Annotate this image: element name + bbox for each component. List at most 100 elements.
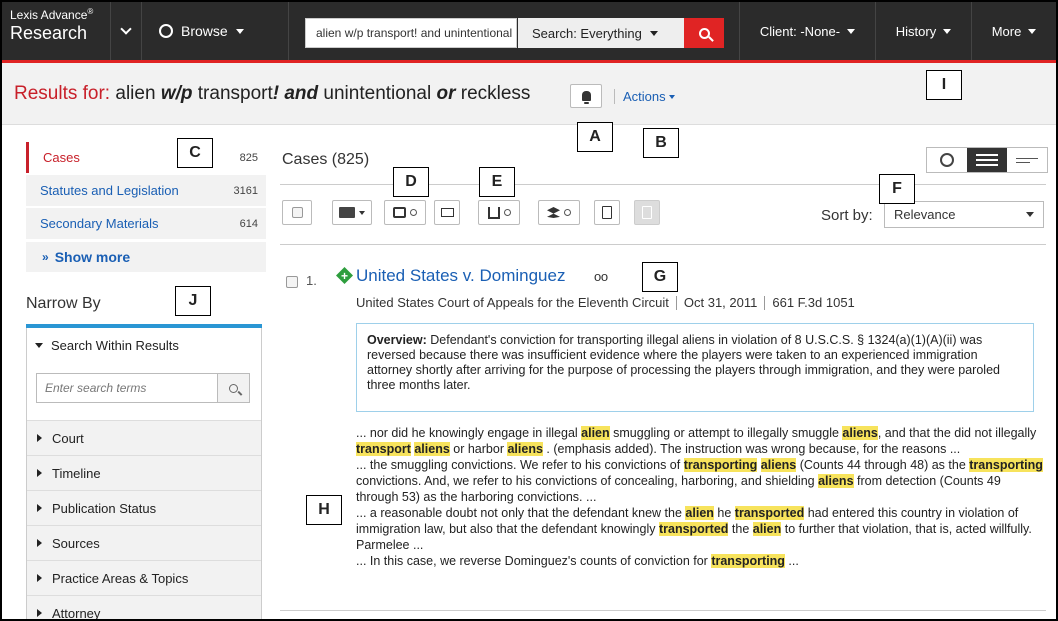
result-number: 1. — [306, 273, 317, 288]
filter-publication-status[interactable]: Publication Status — [27, 490, 261, 525]
search-scope-label: Search: Everything — [532, 25, 642, 41]
document-icon — [642, 206, 652, 219]
filter-timeline[interactable]: Timeline — [27, 455, 261, 490]
view-graphical-button[interactable] — [927, 148, 967, 172]
logo-registered: ® — [87, 7, 94, 16]
search-within-toggle[interactable]: Search Within Results — [35, 338, 179, 353]
category-count: 825 — [239, 151, 258, 164]
download-button[interactable] — [478, 200, 520, 225]
browse-menu-button[interactable]: Browse — [143, 2, 289, 60]
caret-down-icon — [649, 30, 658, 36]
search-input[interactable]: alien w/p transport! and unintentional o… — [305, 18, 517, 48]
category-secondary-materials[interactable]: Secondary Materials 614 — [26, 208, 266, 239]
search-scope-dropdown[interactable]: Search: Everything — [518, 18, 684, 48]
product-switcher-button[interactable] — [110, 2, 142, 60]
view-compact-button[interactable] — [1007, 148, 1047, 172]
filter-sources[interactable]: Sources — [27, 525, 261, 560]
app-logo[interactable]: Lexis Advance® Research — [10, 8, 108, 54]
filter-label: Sources — [52, 535, 100, 551]
hit-term: alien — [752, 522, 782, 536]
add-to-folder-icon[interactable]: + — [336, 267, 353, 284]
search-within-button[interactable] — [217, 373, 250, 403]
filter-court[interactable]: Court — [27, 420, 261, 455]
search-button[interactable] — [684, 18, 724, 48]
hit-term: transported — [658, 522, 729, 536]
cases-count-title: Cases (825) — [282, 151, 370, 168]
filter-practice-areas[interactable]: Practice Areas & Topics — [27, 560, 261, 595]
alert-button[interactable] — [570, 84, 602, 108]
view-list-button[interactable] — [967, 148, 1007, 172]
caret-down-icon — [847, 28, 856, 34]
print-button[interactable] — [384, 200, 426, 225]
show-more-link[interactable]: » Show more — [26, 242, 266, 272]
snippet: ... the smuggling convictions. We refer … — [356, 458, 1043, 504]
actions-menu[interactable]: Actions — [614, 89, 675, 104]
globe-icon — [159, 24, 173, 38]
download-icon — [487, 206, 500, 219]
search-icon — [698, 27, 710, 39]
caret-down-icon — [359, 210, 365, 215]
filter-panel: Search Within Results Enter search terms… — [26, 328, 262, 619]
show-more-label: Show more — [54, 249, 131, 265]
hand-pie-icon — [940, 153, 954, 167]
query-term: reckless — [460, 83, 531, 104]
history-menu-button[interactable]: History — [875, 2, 971, 60]
hit-term: transported — [734, 506, 805, 520]
select-all-checkbox[interactable] — [282, 200, 312, 225]
view-toggle — [926, 147, 1048, 173]
hit-term: transporting — [711, 554, 785, 568]
result-court: United States Court of Appeals for the E… — [356, 295, 669, 310]
email-button[interactable] — [434, 200, 460, 225]
document-disabled-button[interactable] — [634, 200, 660, 225]
triangle-right-icon — [37, 469, 42, 477]
chevron-down-icon — [120, 23, 132, 35]
history-label: History — [895, 23, 937, 39]
client-menu-button[interactable]: Client: -None- — [739, 2, 875, 60]
hit-term: aliens — [414, 442, 450, 456]
results-header: Results for: alien w/p transport! and un… — [2, 63, 1056, 125]
search-within-label: Search Within Results — [51, 338, 179, 353]
triangle-right-icon — [37, 504, 42, 512]
results-query-title: Results for: alien w/p transport! and un… — [14, 83, 530, 105]
callout-c: C — [177, 138, 213, 168]
result-meta: United States Court of Appeals for the E… — [356, 295, 855, 310]
folder-button[interactable] — [332, 200, 372, 225]
hit-term: transporting — [969, 458, 1043, 472]
result-title-link[interactable]: United States v. Dominguez — [356, 266, 565, 286]
sort-select[interactable]: Relevance — [884, 201, 1044, 228]
toolbar-divider — [280, 244, 1046, 245]
more-menu-button[interactable]: More — [971, 2, 1056, 60]
dropbox-button[interactable] — [538, 200, 580, 225]
callout-b: B — [643, 128, 679, 158]
filter-attorney[interactable]: Attorney — [27, 595, 261, 619]
callout-i: I — [926, 70, 962, 100]
gear-icon — [503, 209, 511, 216]
hit-term: transport — [356, 442, 411, 456]
caret-down-icon — [1028, 28, 1037, 34]
results-prefix: Results for: — [14, 83, 111, 104]
category-name: Secondary Materials — [40, 216, 159, 231]
logo-line2: Research — [10, 23, 88, 43]
double-chevron-down-icon: » — [42, 250, 49, 264]
category-statutes[interactable]: Statutes and Legislation 3161 — [26, 175, 266, 206]
triangle-right-icon — [37, 609, 42, 617]
result-citation: 661 F.3d 1051 — [772, 295, 855, 310]
hit-term: alien — [581, 426, 610, 440]
document-icon — [602, 206, 612, 219]
narrow-by-heading: Narrow By — [26, 295, 101, 312]
search-within-input[interactable]: Enter search terms — [36, 373, 218, 403]
category-name: Statutes and Legislation — [40, 183, 179, 198]
result-checkbox[interactable] — [286, 276, 298, 288]
gear-icon — [410, 209, 417, 216]
gear-icon — [564, 209, 571, 216]
document-button[interactable] — [594, 200, 620, 225]
compact-view-icon — [1016, 157, 1038, 163]
glasses-preview-icon[interactable]: o o — [594, 269, 608, 284]
caret-down-icon — [668, 94, 675, 99]
hit-term: aliens — [760, 458, 797, 472]
more-label: More — [991, 23, 1022, 39]
category-cases[interactable]: Cases 825 — [26, 142, 266, 173]
snippet: ... In this case, we reverse Dominguez's… — [356, 554, 799, 568]
checkbox-icon — [291, 207, 303, 218]
filter-label: Publication Status — [52, 500, 157, 516]
